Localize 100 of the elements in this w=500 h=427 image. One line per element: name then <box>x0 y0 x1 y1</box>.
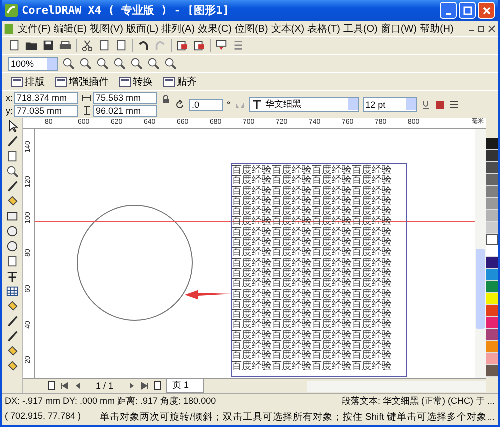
paragraph-text-line: 百度经验百度经验百度经验百度经验 <box>232 176 392 186</box>
color-swatch[interactable] <box>486 257 498 269</box>
menu-item[interactable]: 版面(L) <box>125 22 160 36</box>
paragraph-text-line: 百度经验百度经验百度经验百度经验 <box>232 362 392 372</box>
close-icon[interactable] <box>488 24 496 32</box>
close-icon <box>482 6 492 16</box>
menu-item[interactable]: 帮助(H) <box>418 22 455 36</box>
import-icon[interactable] <box>176 39 189 52</box>
restore-icon[interactable] <box>478 24 486 32</box>
menu-item[interactable]: 文本(X) <box>270 22 306 36</box>
first-page-icon[interactable] <box>60 381 70 391</box>
color-swatch[interactable] <box>486 341 498 353</box>
cut-icon[interactable] <box>81 39 94 52</box>
color-icon[interactable] <box>434 100 445 110</box>
maximize-button[interactable] <box>459 2 476 19</box>
rotation-field[interactable]: .0 <box>189 98 224 110</box>
maximize-icon <box>462 6 472 16</box>
paragraph-text-line: 百度经验百度经验百度经验百度经验 <box>232 330 392 341</box>
menu-item[interactable]: 效果(C) <box>197 22 233 36</box>
degree-label: ° <box>227 100 231 110</box>
close-button[interactable] <box>478 2 495 19</box>
menu-item[interactable]: 窗口(W) <box>380 22 418 36</box>
menu-item[interactable]: 编辑(E) <box>52 22 88 36</box>
y-label: y: <box>6 106 14 116</box>
text-tool-icon[interactable] <box>6 270 18 283</box>
paragraph-text-line: 百度经验百度经验百度经验百度经验 <box>232 166 392 176</box>
last-page-icon[interactable] <box>140 381 150 391</box>
toolbar-panel-icon <box>11 76 23 86</box>
color-swatch[interactable] <box>486 317 498 329</box>
zoom-width-icon[interactable] <box>147 57 160 70</box>
status-object-info: 段落文本: 华文细黑 (正常) (CHC) 于 ... <box>342 395 495 408</box>
lock-icon[interactable] <box>161 94 172 104</box>
color-swatch[interactable] <box>486 293 498 305</box>
horizontal-scrollbar[interactable] <box>307 380 486 392</box>
x-label: x: <box>6 93 14 103</box>
print-icon[interactable] <box>59 39 72 52</box>
color-swatch[interactable] <box>486 138 498 150</box>
zoom-all-icon[interactable] <box>113 57 126 70</box>
y-position-field[interactable]: 77.035 mm <box>14 105 78 117</box>
color-swatch[interactable] <box>486 210 498 222</box>
rectangle-icon[interactable] <box>6 210 18 223</box>
zoom-page-icon[interactable] <box>130 57 143 70</box>
status-coordinates: ( 702.915, 77.784 ) <box>5 410 82 423</box>
toolbar-button[interactable]: 贴齐 <box>160 74 200 88</box>
underline-icon[interactable] <box>420 100 431 110</box>
menu-item[interactable]: 视图(V) <box>89 22 124 36</box>
color-swatch[interactable] <box>486 281 498 293</box>
add-page-icon[interactable] <box>47 381 57 391</box>
font-dropdown[interactable]: 华文细黑 <box>248 97 359 112</box>
zoom-height-icon[interactable] <box>164 57 177 70</box>
paragraph-text-line: 百度经验百度经验百度经验百度经验 <box>232 228 392 238</box>
new-document-icon[interactable] <box>8 39 21 52</box>
width-field[interactable]: 75.563 mm <box>93 92 158 104</box>
save-icon[interactable] <box>42 39 55 52</box>
paragraph-text-line: 百度经验百度经验百度经验百度经验 <box>232 300 392 310</box>
no-color-swatch[interactable] <box>486 234 498 245</box>
zoom-icon[interactable] <box>6 165 18 178</box>
color-swatch[interactable] <box>486 222 498 234</box>
height-field[interactable]: 96.021 mm <box>93 105 158 117</box>
scroll-thumb[interactable] <box>476 249 485 329</box>
list-icon[interactable] <box>448 100 459 110</box>
zoom-out-icon[interactable] <box>79 57 92 70</box>
vertical-scrollbar[interactable] <box>475 129 486 378</box>
minimize-button[interactable] <box>440 2 457 19</box>
color-swatch[interactable] <box>486 162 498 174</box>
color-swatch[interactable] <box>486 245 498 257</box>
page-tab[interactable]: 页 1 <box>166 379 204 393</box>
paragraph-text-line: 百度经验百度经验百度经验百度经验 <box>232 290 392 300</box>
toolbar-button[interactable]: 增强插件 <box>52 74 112 88</box>
add-page-icon[interactable] <box>152 381 163 391</box>
toolbar-button[interactable]: 转换 <box>116 74 156 88</box>
undo-icon[interactable] <box>137 39 150 52</box>
height-icon <box>82 106 92 116</box>
status-measurement: DX: -.917 mm DY: .000 mm 距离: .917 角度: 180.000 <box>5 395 216 408</box>
table-tool-icon[interactable] <box>6 285 18 298</box>
color-swatch[interactable] <box>486 198 498 210</box>
menu-item[interactable]: 排列(A) <box>160 22 196 36</box>
width-icon <box>82 93 92 103</box>
menu-item[interactable]: 工具(O) <box>342 22 379 36</box>
color-swatch[interactable] <box>486 365 498 377</box>
color-swatch[interactable] <box>486 269 498 281</box>
menu-item[interactable]: 表格(T) <box>306 22 342 36</box>
menu-item[interactable]: 文件(F) <box>17 22 52 36</box>
text-frame[interactable] <box>231 163 407 377</box>
minimize-icon <box>446 13 452 15</box>
font-size-dropdown[interactable]: 12 pt <box>362 97 417 112</box>
color-swatch[interactable] <box>486 353 498 365</box>
export-icon[interactable] <box>193 39 206 52</box>
color-swatch[interactable] <box>486 186 498 198</box>
menu-item[interactable]: 位图(B) <box>234 22 270 36</box>
toolbar-button[interactable]: 排版 <box>8 74 48 88</box>
x-position-field[interactable]: 718.374 mm <box>14 92 78 104</box>
color-swatch[interactable] <box>486 329 498 341</box>
color-swatch[interactable] <box>486 150 498 162</box>
zoom-dropdown[interactable]: 100% <box>8 56 58 70</box>
ellipse-icon[interactable] <box>6 225 18 238</box>
zoom-in-icon[interactable] <box>62 57 75 70</box>
zoom-selected-icon[interactable] <box>96 57 109 70</box>
color-swatch[interactable] <box>486 305 498 317</box>
color-swatch[interactable] <box>486 174 498 186</box>
